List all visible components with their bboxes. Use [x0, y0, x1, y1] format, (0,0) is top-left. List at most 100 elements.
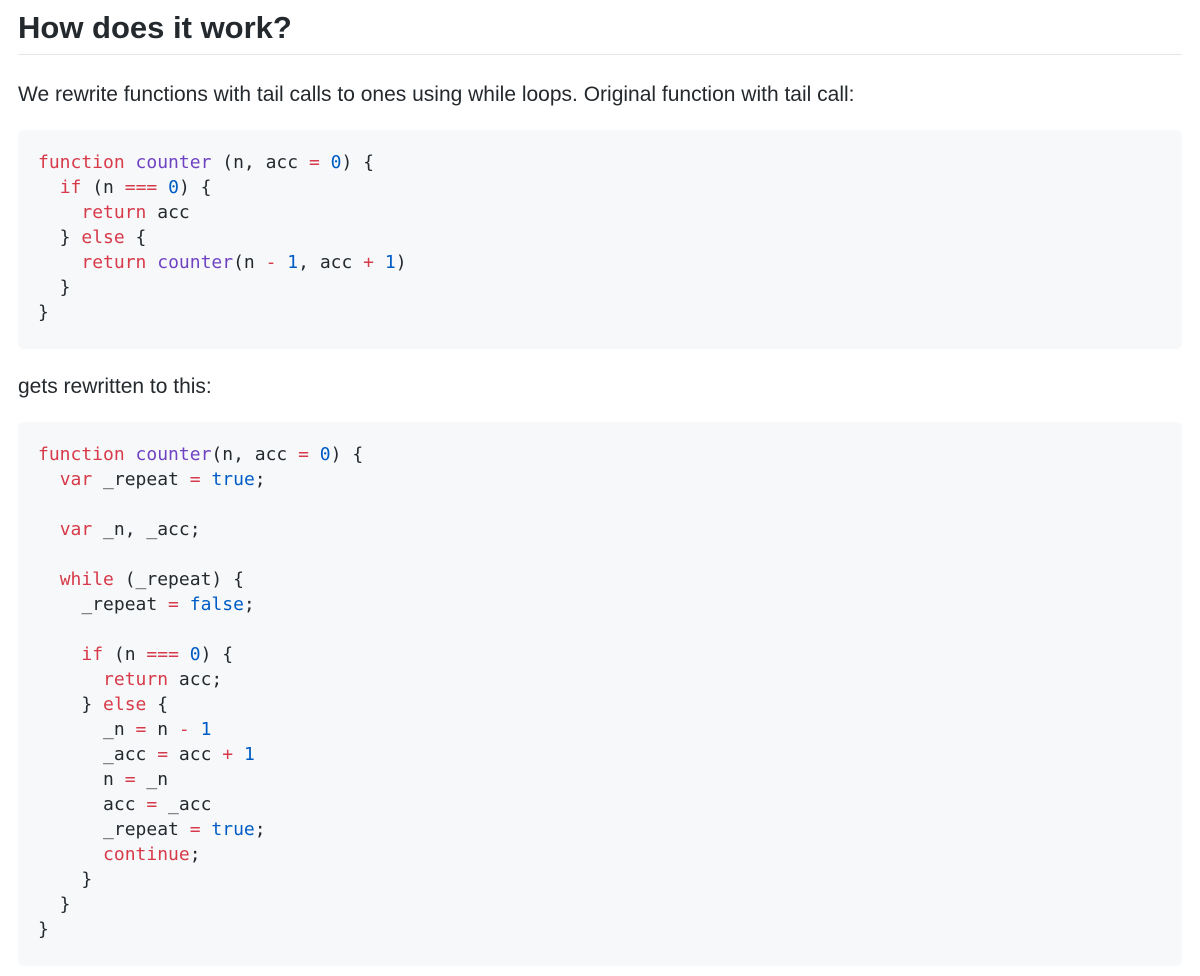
code-token: _n, _acc; [92, 519, 201, 540]
code-token: else [103, 694, 147, 715]
code-line: _n = n - 1 [38, 717, 1182, 742]
code-token: = [135, 719, 147, 740]
code-token: = [157, 744, 169, 765]
heading-divider [18, 54, 1182, 55]
code-token: - [265, 252, 277, 273]
code-token: ; [254, 819, 266, 840]
code-token: ) [395, 252, 407, 273]
code-token: n [38, 769, 125, 790]
code-token: false [189, 594, 244, 615]
code-token: function [38, 444, 125, 465]
code-token: { [146, 694, 169, 715]
code-line: _repeat = true; [38, 817, 1182, 842]
code-token: return [103, 669, 169, 690]
code-token: _n [38, 719, 136, 740]
code-line: if (n === 0) { [38, 642, 1182, 667]
code-token: _acc [157, 794, 212, 815]
code-token: = [189, 819, 201, 840]
code-token: 1 [384, 252, 396, 273]
code-token: } [38, 919, 49, 940]
code-token: } [38, 694, 104, 715]
code-token: true [211, 469, 255, 490]
code-token: counter [157, 252, 234, 273]
code-token: return [81, 252, 147, 273]
code-token: n [146, 719, 179, 740]
code-token: ) { [341, 152, 374, 173]
code-token: if [59, 177, 82, 198]
code-token: = [146, 794, 158, 815]
code-line: return acc [38, 200, 1182, 225]
code-token: } [38, 869, 93, 890]
code-token: ) { [330, 444, 364, 465]
code-line: } [38, 275, 1182, 300]
code-token: counter [135, 444, 212, 465]
code-token: 1 [243, 744, 255, 765]
code-token: true [211, 819, 255, 840]
code-token: var [59, 519, 93, 540]
code-token: var [59, 469, 93, 490]
code-token: = [124, 769, 136, 790]
code-token: _n [135, 769, 169, 790]
code-token: 0 [319, 444, 331, 465]
code-token: === [124, 177, 158, 198]
code-line: function counter (n, acc = 0) { [38, 150, 1182, 175]
code-token: ) { [178, 177, 212, 198]
code-token: else [81, 227, 125, 248]
code-line: } [38, 300, 1182, 325]
code-token: acc [168, 744, 223, 765]
code-token: + [363, 252, 375, 273]
rewritten-code-block: function counter(n, acc = 0) { var _repe… [18, 422, 1182, 966]
code-line: while (_repeat) { [38, 567, 1182, 592]
code-token: 1 [200, 719, 212, 740]
code-token: { [124, 227, 147, 248]
code-token: (n, acc [211, 152, 309, 173]
code-token: acc [146, 202, 190, 223]
code-token: _repeat [38, 594, 169, 615]
code-token: (n, acc [211, 444, 299, 465]
code-token: } [38, 277, 71, 298]
code-line: } else { [38, 225, 1182, 250]
code-token: (_repeat) { [113, 569, 244, 590]
code-token: - [178, 719, 190, 740]
code-token: return [81, 202, 147, 223]
code-token: 0 [168, 177, 179, 198]
code-token: ; [189, 844, 201, 865]
code-line: } [38, 892, 1182, 917]
code-line: acc = _acc [38, 792, 1182, 817]
code-token: counter [135, 152, 212, 173]
code-line: var _n, _acc; [38, 517, 1182, 542]
code-token: _repeat [38, 819, 190, 840]
code-line: n = _n [38, 767, 1182, 792]
code-token: function [38, 152, 125, 173]
code-line: } [38, 867, 1182, 892]
code-line: _repeat = false; [38, 592, 1182, 617]
code-line: return acc; [38, 667, 1182, 692]
intro-paragraph: We rewrite functions with tail calls to … [18, 83, 855, 106]
code-token: } [38, 894, 71, 915]
transition-paragraph: gets rewritten to this: [18, 375, 212, 398]
code-token: === [146, 644, 179, 665]
code-line: } else { [38, 692, 1182, 717]
code-token: ; [243, 594, 255, 615]
original-code-block: function counter (n, acc = 0) { if (n ==… [18, 130, 1182, 349]
code-line: function counter(n, acc = 0) { [38, 442, 1182, 467]
